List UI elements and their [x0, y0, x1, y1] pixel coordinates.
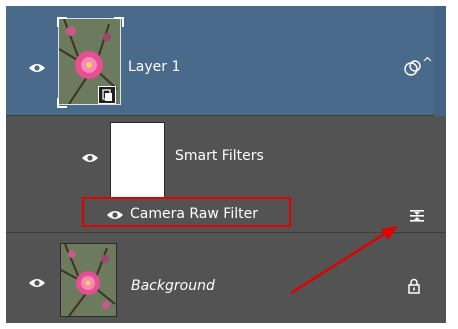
screenshot-root: { "layers": { "layer1": { "name": "Layer… [0, 0, 458, 329]
annotation-arrow [290, 226, 398, 295]
